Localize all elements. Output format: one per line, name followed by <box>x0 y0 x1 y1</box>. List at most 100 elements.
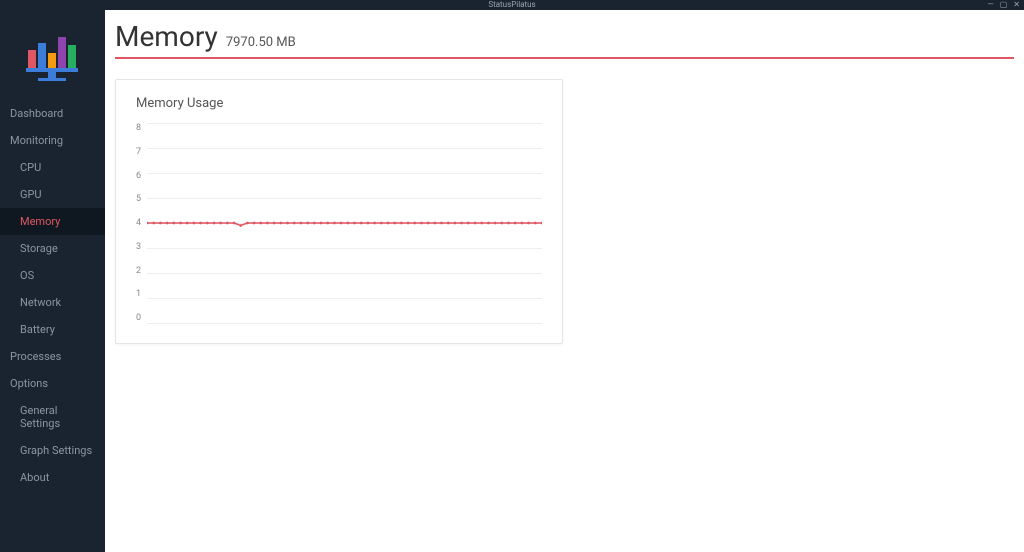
maximize-icon[interactable]: ▢ <box>1000 0 1008 10</box>
chart-point <box>420 222 423 225</box>
chart-point <box>246 222 249 225</box>
page-header: Memory 7970.50 MB <box>115 20 1014 59</box>
chart-point <box>521 222 524 225</box>
chart-point <box>300 222 303 225</box>
main-content: Memory 7970.50 MB Memory Usage 876543210 <box>105 10 1024 552</box>
y-tick-label: 0 <box>136 313 141 323</box>
sidebar-section-options[interactable]: Options <box>0 370 105 397</box>
chart-point <box>219 222 222 225</box>
chart-point <box>273 222 276 225</box>
page-title: Memory <box>115 20 218 53</box>
chart-point <box>259 222 262 225</box>
chart-point <box>226 222 229 225</box>
chart-point <box>172 222 175 225</box>
chart-point <box>527 222 530 225</box>
window-titlebar: StatusPilatus — ▢ ✕ <box>0 0 1024 10</box>
chart-y-axis: 876543210 <box>136 123 147 323</box>
chart-point <box>147 222 148 225</box>
sidebar-item-processes[interactable]: Processes <box>0 343 105 370</box>
chart-point <box>454 222 457 225</box>
chart-point <box>233 222 236 225</box>
sidebar: Dashboard Monitoring CPU GPU Memory Stor… <box>0 10 105 552</box>
y-tick-label: 5 <box>136 194 141 204</box>
grid-line <box>147 323 542 324</box>
sidebar-item-network[interactable]: Network <box>0 289 105 316</box>
chart-container: 876543210 <box>136 123 542 323</box>
card-title: Memory Usage <box>136 96 542 111</box>
chart-point <box>152 222 155 225</box>
chart-point <box>286 222 289 225</box>
chart-point <box>193 222 196 225</box>
chart-point <box>500 222 503 225</box>
chart-point <box>434 222 437 225</box>
chart-plot-area <box>147 123 542 323</box>
chart-point <box>400 222 403 225</box>
chart-point <box>280 222 283 225</box>
sidebar-section-monitoring[interactable]: Monitoring <box>0 127 105 154</box>
y-tick-label: 8 <box>136 123 141 133</box>
chart-point <box>239 224 242 227</box>
sidebar-item-general-settings[interactable]: General Settings <box>0 397 105 437</box>
chart-point <box>534 222 537 225</box>
chart-point <box>159 222 162 225</box>
chart-point <box>340 222 343 225</box>
chart-point <box>360 222 363 225</box>
minimize-icon[interactable]: — <box>987 0 993 10</box>
chart-point <box>253 222 256 225</box>
sidebar-item-about[interactable]: About <box>0 464 105 491</box>
chart-point <box>467 222 470 225</box>
chart-point <box>427 222 430 225</box>
chart-point <box>541 222 542 225</box>
chart-point <box>179 222 182 225</box>
chart-point <box>313 222 316 225</box>
chart-point <box>413 222 416 225</box>
y-tick-label: 3 <box>136 242 141 252</box>
chart-point <box>460 222 463 225</box>
memory-line-chart <box>147 123 542 323</box>
chart-point <box>346 222 349 225</box>
chart-point <box>393 222 396 225</box>
chart-point <box>494 222 497 225</box>
chart-point <box>514 222 517 225</box>
chart-point <box>387 222 390 225</box>
chart-point <box>407 222 410 225</box>
chart-point <box>353 222 356 225</box>
chart-point <box>440 222 443 225</box>
app-logo <box>0 10 105 100</box>
sidebar-item-graph-settings[interactable]: Graph Settings <box>0 437 105 464</box>
chart-point <box>186 222 189 225</box>
window-controls: — ▢ ✕ <box>987 0 1020 10</box>
chart-point <box>213 222 216 225</box>
chart-point <box>293 222 296 225</box>
sidebar-item-dashboard[interactable]: Dashboard <box>0 100 105 127</box>
chart-point <box>266 222 269 225</box>
chart-point <box>367 222 370 225</box>
close-icon[interactable]: ✕ <box>1013 0 1020 10</box>
chart-point <box>487 222 490 225</box>
chart-point <box>380 222 383 225</box>
chart-point <box>206 222 209 225</box>
page-subtitle: 7970.50 MB <box>226 35 296 50</box>
y-tick-label: 1 <box>136 289 141 299</box>
sidebar-item-memory[interactable]: Memory <box>0 208 105 235</box>
chart-point <box>306 222 309 225</box>
chart-point <box>474 222 477 225</box>
chart-point <box>320 222 323 225</box>
chart-point <box>447 222 450 225</box>
y-tick-label: 2 <box>136 266 141 276</box>
sidebar-item-os[interactable]: OS <box>0 262 105 289</box>
sidebar-item-cpu[interactable]: CPU <box>0 154 105 181</box>
chart-point <box>326 222 329 225</box>
y-tick-label: 4 <box>136 218 141 228</box>
chart-point <box>507 222 510 225</box>
logo-icon <box>18 25 88 85</box>
chart-point <box>166 222 169 225</box>
memory-usage-card: Memory Usage 876543210 <box>115 79 563 344</box>
window-title: StatusPilatus <box>488 0 535 9</box>
sidebar-item-battery[interactable]: Battery <box>0 316 105 343</box>
y-tick-label: 7 <box>136 147 141 157</box>
sidebar-item-storage[interactable]: Storage <box>0 235 105 262</box>
sidebar-item-gpu[interactable]: GPU <box>0 181 105 208</box>
chart-point <box>199 222 202 225</box>
chart-point <box>373 222 376 225</box>
